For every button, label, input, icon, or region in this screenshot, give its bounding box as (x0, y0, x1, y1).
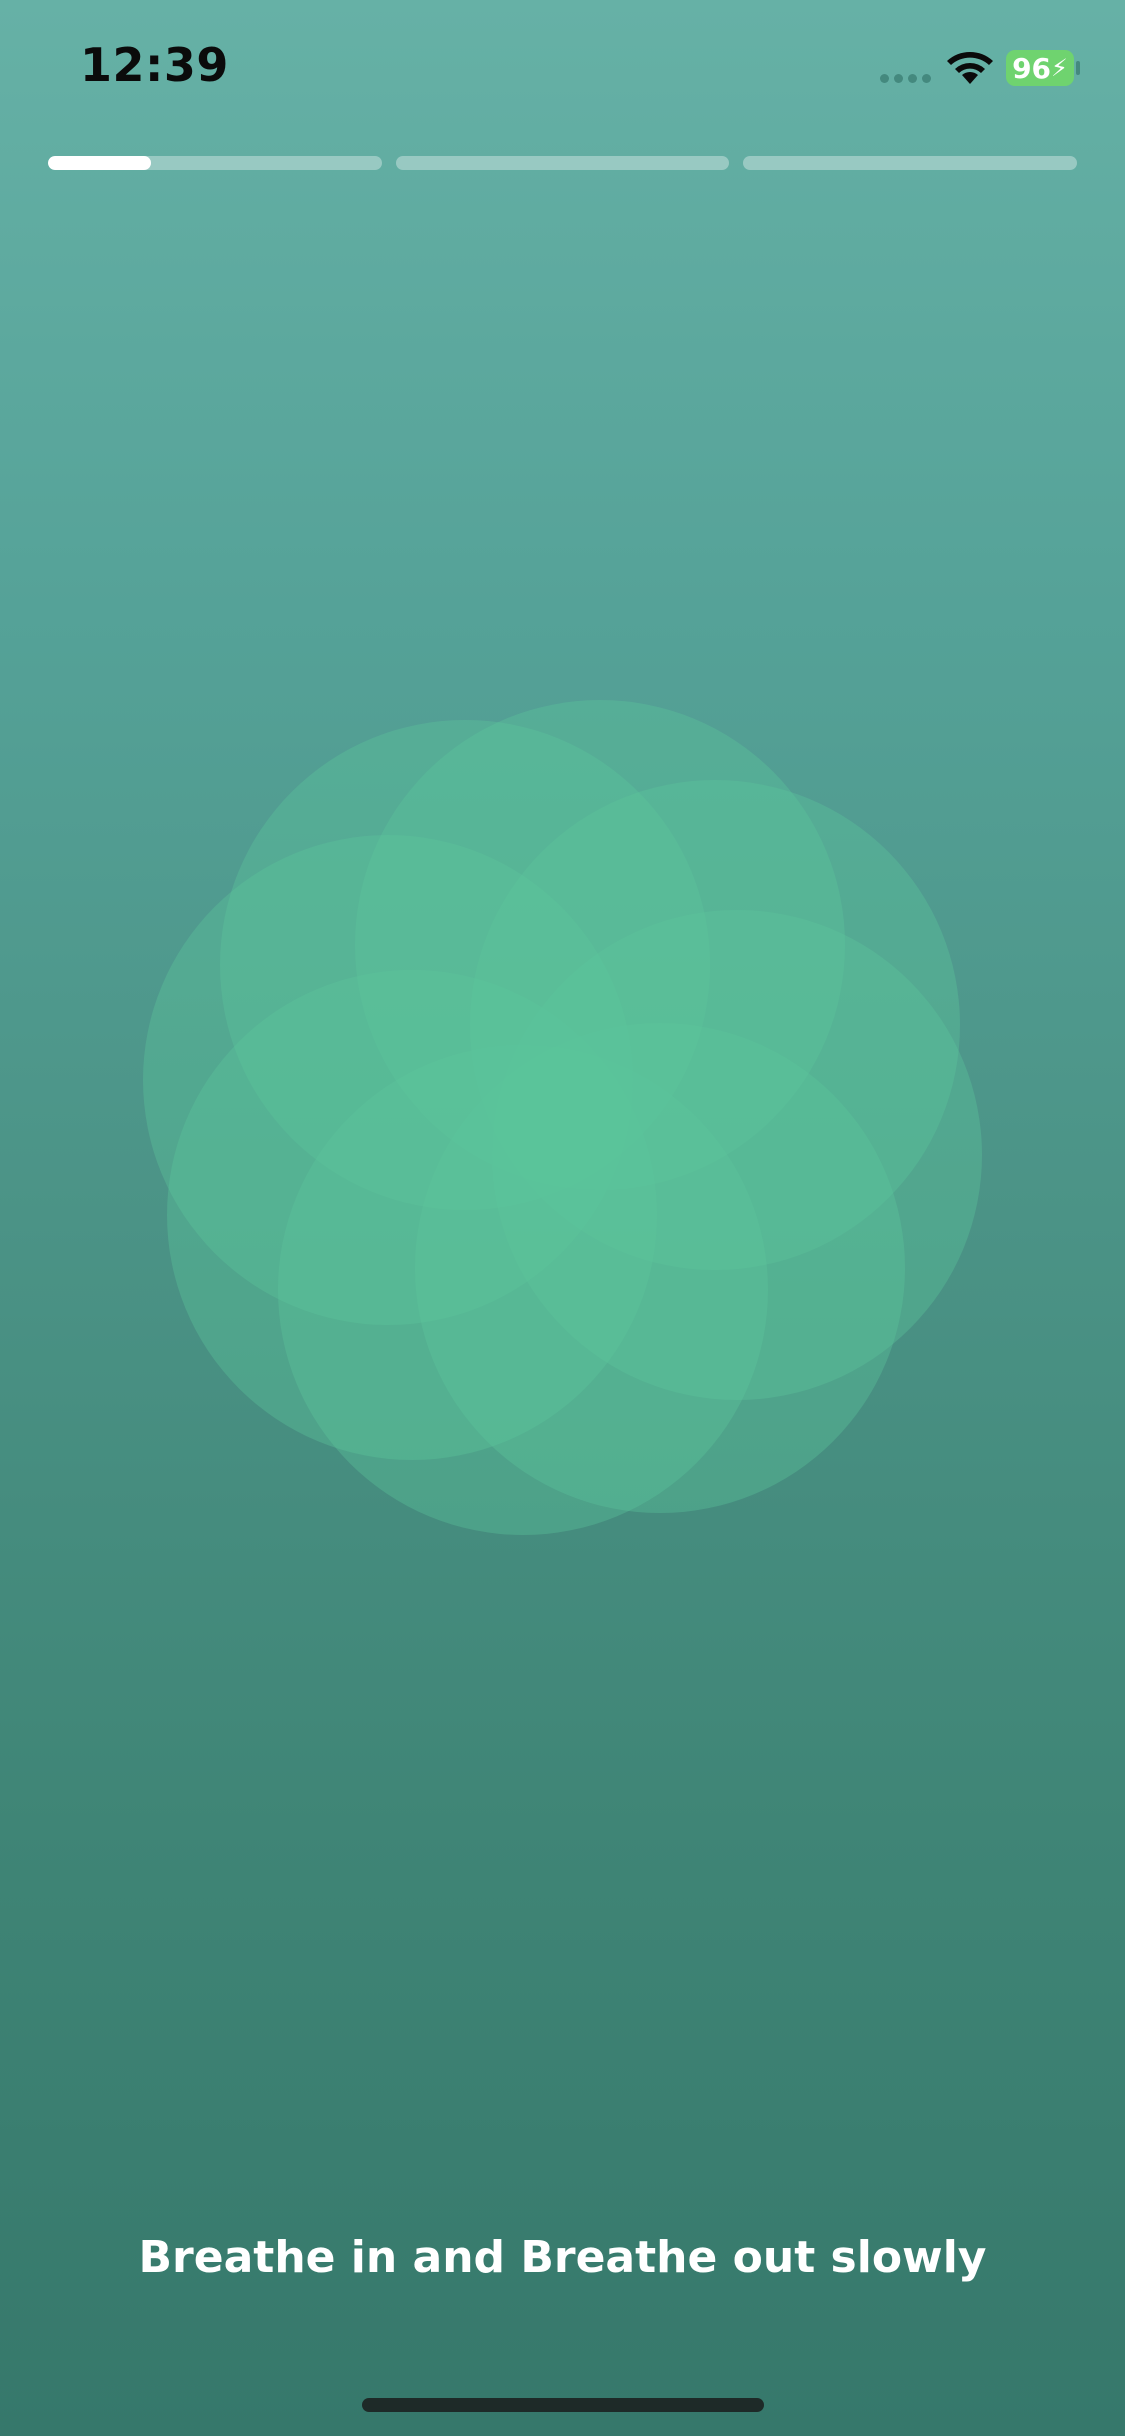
breathing-instruction: Breathe in and Breathe out slowly (138, 2232, 987, 2283)
home-indicator[interactable] (362, 2398, 764, 2412)
flower-petal (143, 835, 633, 1325)
breathing-flower-icon (143, 700, 982, 1535)
